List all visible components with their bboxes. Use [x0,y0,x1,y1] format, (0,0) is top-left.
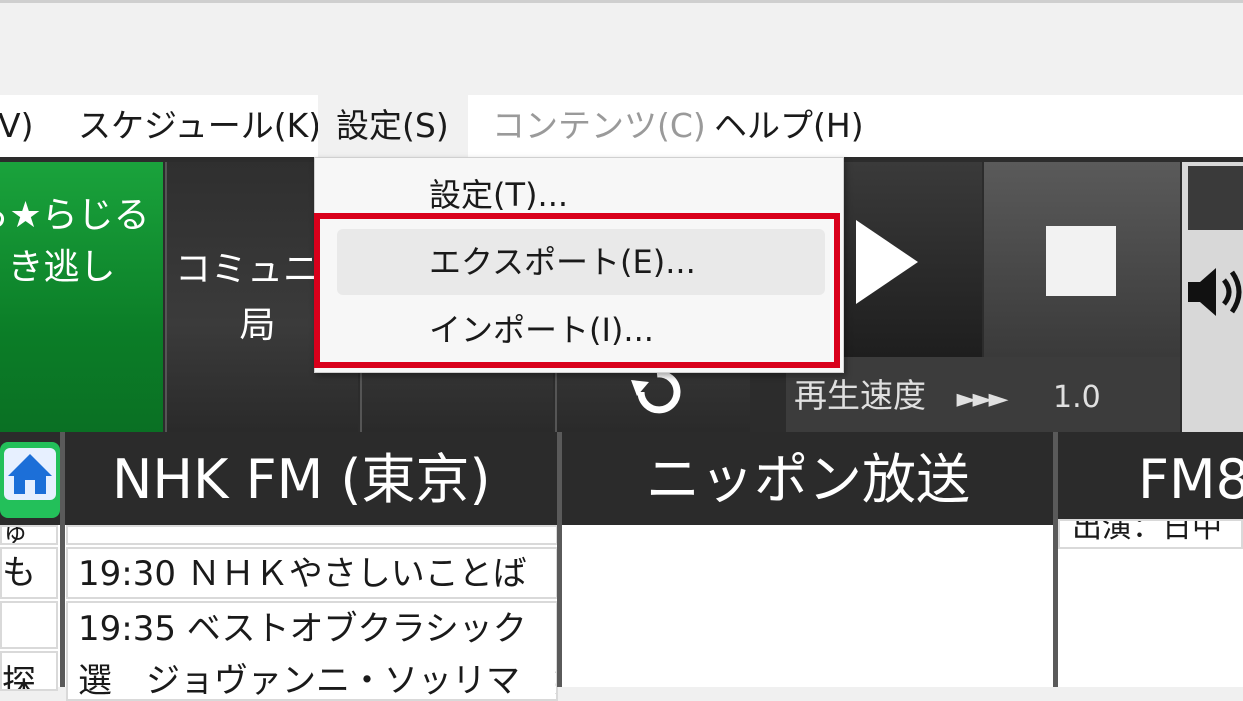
program-description: 選 ジョヴァンニ・ソッリマ 無 [78,661,558,701]
speed-arrows-icon: ►►► [956,384,1009,414]
column-separator [557,432,562,687]
program-cell[interactable]: 19:35 ベストオブクラシック 選 ジョヴァンニ・ソッリマ 無 [66,601,558,701]
volume-slider[interactable] [1188,166,1243,230]
menu-bar: V) スケジュール(K) 設定(S) コンテンツ(C) ヘルプ(H) [0,95,1243,157]
speed-value: 1.0 [1053,380,1101,415]
stop-icon [1046,226,1116,296]
speaker-icon [1188,268,1242,316]
menu-help[interactable]: ヘルプ(H) [714,95,864,157]
menu-schedule[interactable]: スケジュール(K) [78,95,321,157]
column-separator [60,432,65,687]
station-nhk-fm[interactable]: NHK FM (東京) [66,432,558,525]
timefree-label-1: ら★らじる [0,195,150,236]
title-bar [0,0,1243,95]
column-separator [1053,432,1058,687]
program-cell[interactable] [66,525,558,545]
home-icon-bg [4,448,56,500]
program-cell[interactable]: ゅ [0,525,58,545]
menu-view[interactable]: V) [0,95,48,157]
home-icon [8,454,52,494]
play-icon [856,220,918,304]
program-cell[interactable]: 19:30 ＮＨＫやさしいことば [66,547,558,599]
speed-label: 再生速度 [794,376,926,415]
program-cell[interactable]: も [0,547,58,599]
program-cell[interactable]: 探 [0,651,58,691]
menu-contents[interactable]: コンテンツ(C) [492,95,706,157]
program-cell[interactable]: 出演：日中 [1058,519,1243,549]
home-button[interactable] [0,442,60,518]
station-nippon-hoso[interactable]: ニッポン放送 [563,432,1053,525]
timefree-label-2: き逃し [7,247,116,288]
timefree-button[interactable]: ら★らじる き逃し [0,162,163,474]
playback-speed-control[interactable]: 再生速度 ►►► 1.0 [786,357,1180,432]
program-cell[interactable] [0,601,58,649]
station-fm8[interactable]: FM8 [1058,432,1243,525]
stop-button[interactable] [984,162,1180,357]
program-title: 19:35 ベストオブクラシック [78,609,527,649]
volume-panel[interactable] [1182,162,1243,432]
menu-settings[interactable]: 設定(S) [318,95,468,157]
annotation-highlight-box [314,213,840,368]
